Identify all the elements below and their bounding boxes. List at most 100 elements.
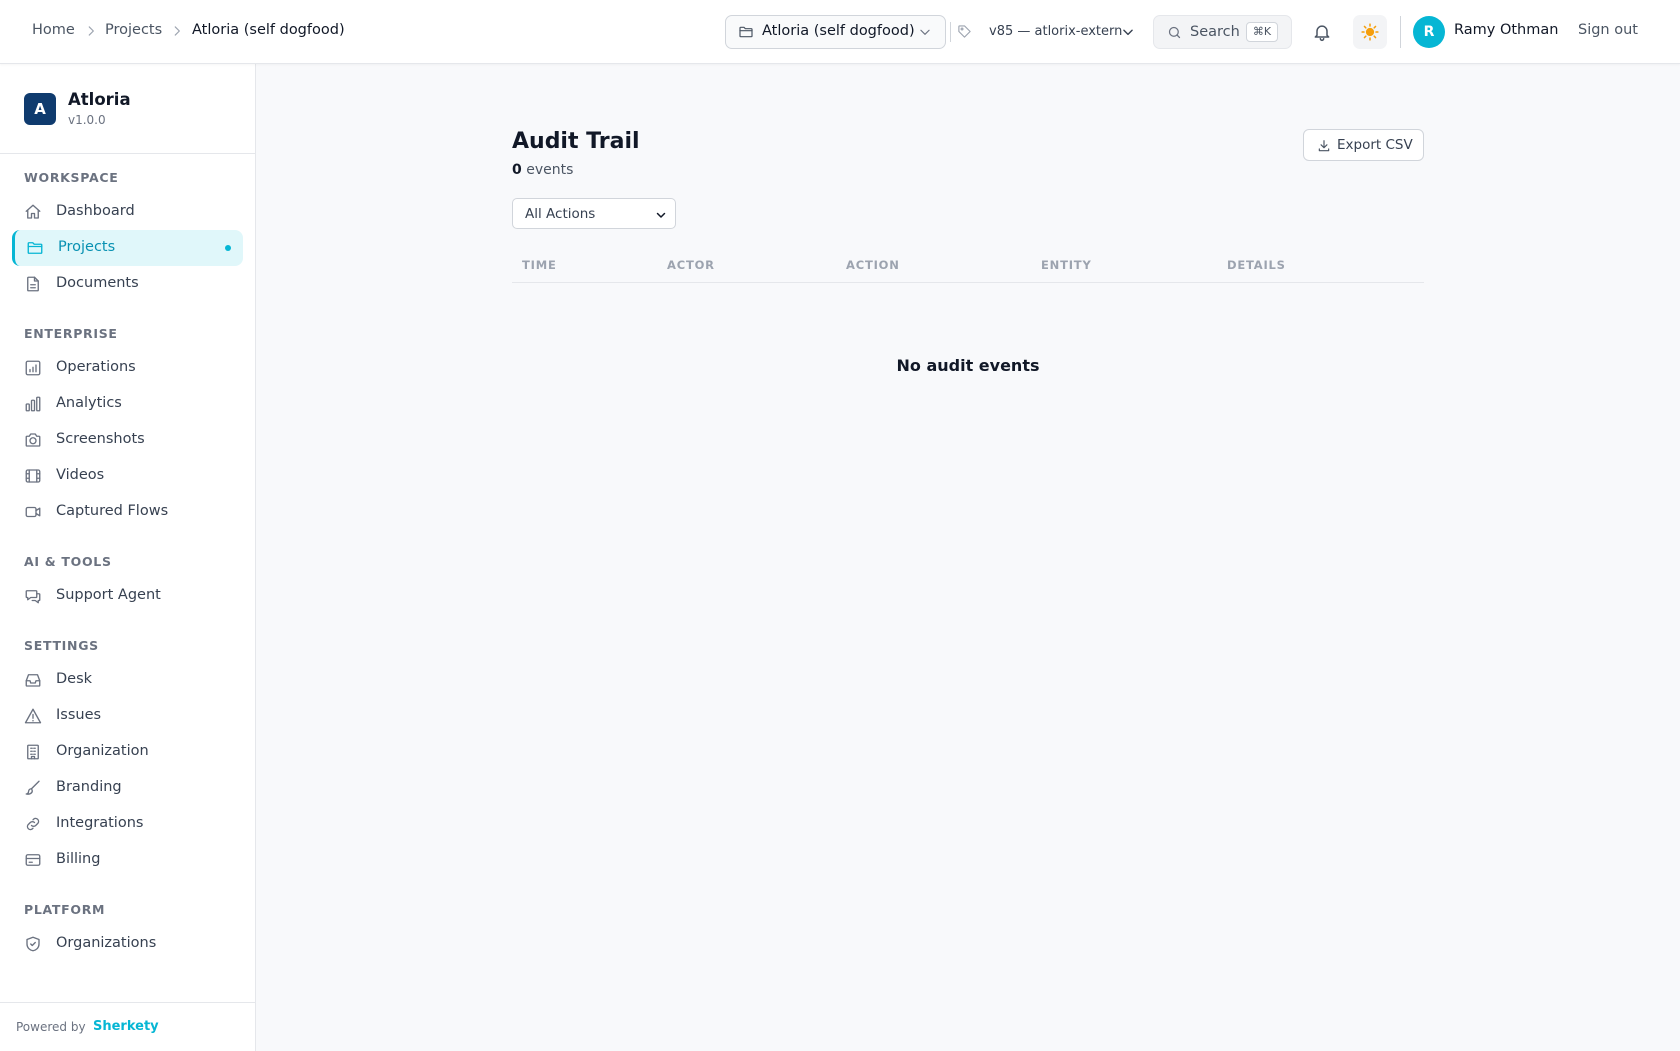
user-name[interactable]: Ramy Othman xyxy=(1454,22,1558,38)
page-title: Audit Trail xyxy=(512,129,640,154)
camera-icon xyxy=(24,431,42,449)
folder-icon xyxy=(26,239,44,257)
project-selector[interactable]: Atloria (self dogfood) xyxy=(725,15,946,49)
sign-out-button[interactable]: Sign out xyxy=(1578,22,1638,38)
brand-logo: A xyxy=(24,93,56,125)
sidebar-item-label: Operations xyxy=(56,359,136,375)
sidebar-item-organization[interactable]: Organization xyxy=(12,734,243,770)
brand-version: v1.0.0 xyxy=(68,113,106,127)
sidebar-item-label: Dashboard xyxy=(56,203,135,219)
sidebar-item-organizations[interactable]: Organizations xyxy=(12,926,243,962)
sidebar-footer: Powered by Sherkety xyxy=(0,1002,255,1051)
sidebar-item-label: Support Agent xyxy=(56,587,161,603)
inbox-icon xyxy=(24,671,42,689)
powered-by-brand-link[interactable]: Sherkety xyxy=(93,1019,159,1034)
version-selector-label: v85 — atlorix-extern xyxy=(989,24,1123,39)
action-filter-value: All Actions xyxy=(525,206,596,222)
film-icon xyxy=(24,467,42,485)
sidebar-item-label: Captured Flows xyxy=(56,503,169,519)
sidebar-item-label: Organization xyxy=(56,743,149,759)
divider xyxy=(1400,16,1401,48)
brand-name: Atloria xyxy=(68,90,131,109)
sidebar-item-label: Documents xyxy=(56,275,139,291)
sidebar-item-screenshots[interactable]: Screenshots xyxy=(12,422,243,458)
sidebar-item-projects[interactable]: Projects xyxy=(12,230,243,266)
video-camera-icon xyxy=(24,503,42,521)
search-icon xyxy=(1167,25,1182,40)
audit-table-header: TIME ACTOR ACTION ENTITY DETAILS xyxy=(512,254,1424,283)
warning-icon xyxy=(24,707,42,725)
sidebar-item-label: Billing xyxy=(56,851,101,867)
sidebar-item-captured-flows[interactable]: Captured Flows xyxy=(12,494,243,530)
sidebar: A Atloria v1.0.0 WORKSPACE Dashboard Pro… xyxy=(0,0,256,1051)
divider xyxy=(950,22,951,42)
sidebar-item-label: Branding xyxy=(56,779,122,795)
shield-check-icon xyxy=(24,935,42,953)
sidebar-item-label: Desk xyxy=(56,671,93,687)
sun-icon xyxy=(1361,23,1379,41)
sidebar-item-operations[interactable]: Operations xyxy=(12,350,243,386)
sidebar-item-videos[interactable]: Videos xyxy=(12,458,243,494)
search-button[interactable]: Search ⌘K xyxy=(1153,15,1292,49)
bell-icon[interactable] xyxy=(1312,22,1332,42)
column-header-entity: ENTITY xyxy=(1041,258,1092,272)
sidebar-item-branding[interactable]: Branding xyxy=(12,770,243,806)
breadcrumb-projects[interactable]: Projects xyxy=(105,22,162,38)
section-title-settings: SETTINGS xyxy=(24,638,99,653)
chevron-down-icon xyxy=(918,25,932,39)
sidebar-item-billing[interactable]: Billing xyxy=(12,842,243,878)
search-shortcut-badge: ⌘K xyxy=(1246,22,1278,42)
sidebar-item-dashboard[interactable]: Dashboard xyxy=(12,194,243,230)
credit-card-icon xyxy=(24,851,42,869)
breadcrumb-home[interactable]: Home xyxy=(32,22,75,38)
sidebar-item-support-agent[interactable]: Support Agent xyxy=(12,578,243,614)
chevron-right-icon xyxy=(84,24,98,38)
export-csv-label: Export CSV xyxy=(1337,137,1413,153)
empty-state-message: No audit events xyxy=(896,356,1040,375)
column-header-action: ACTION xyxy=(846,258,900,272)
top-bar: Home Projects Atloria (self dogfood) Atl… xyxy=(0,0,1680,64)
search-label: Search xyxy=(1190,24,1240,40)
sidebar-item-label: Organizations xyxy=(56,935,157,951)
chevron-right-icon xyxy=(170,24,184,38)
chevron-down-icon xyxy=(655,209,667,221)
sidebar-item-desk[interactable]: Desk xyxy=(12,662,243,698)
operations-chart-icon xyxy=(24,359,42,377)
home-icon xyxy=(24,203,42,221)
action-filter-select[interactable]: All Actions xyxy=(512,198,676,229)
sidebar-item-integrations[interactable]: Integrations xyxy=(12,806,243,842)
download-icon xyxy=(1317,139,1331,153)
building-icon xyxy=(24,743,42,761)
sidebar-item-label: Analytics xyxy=(56,395,122,411)
event-count: 0 events xyxy=(512,162,573,178)
section-title-ai-tools: AI & TOOLS xyxy=(24,554,112,569)
chat-icon xyxy=(24,587,42,605)
tag-icon xyxy=(957,24,972,39)
theme-toggle-button[interactable] xyxy=(1353,15,1387,49)
sidebar-brand: A Atloria v1.0.0 xyxy=(0,64,255,154)
document-icon xyxy=(24,275,42,293)
column-header-details: DETAILS xyxy=(1227,258,1286,272)
chevron-down-icon xyxy=(1121,25,1135,39)
sidebar-item-label: Integrations xyxy=(56,815,144,831)
sidebar-item-label: Issues xyxy=(56,707,102,723)
sidebar-item-issues[interactable]: Issues xyxy=(12,698,243,734)
column-header-actor: ACTOR xyxy=(667,258,715,272)
column-header-time: TIME xyxy=(522,258,557,272)
section-title-platform: PLATFORM xyxy=(24,902,106,917)
sidebar-item-analytics[interactable]: Analytics xyxy=(12,386,243,422)
sidebar-item-documents[interactable]: Documents xyxy=(12,266,243,302)
section-title-workspace: WORKSPACE xyxy=(24,170,119,185)
link-icon xyxy=(24,815,42,833)
breadcrumb-current: Atloria (self dogfood) xyxy=(192,22,345,38)
folder-icon xyxy=(738,24,754,40)
active-indicator-dot xyxy=(225,245,231,251)
brush-icon xyxy=(24,779,42,797)
powered-by-label: Powered by xyxy=(16,1020,86,1034)
sidebar-item-label: Screenshots xyxy=(56,431,145,447)
section-title-enterprise: ENTERPRISE xyxy=(24,326,118,341)
bar-chart-icon xyxy=(24,395,42,413)
avatar[interactable]: R xyxy=(1413,16,1445,48)
export-csv-button[interactable]: Export CSV xyxy=(1303,129,1424,161)
version-selector[interactable]: v85 — atlorix-extern xyxy=(955,15,1137,49)
